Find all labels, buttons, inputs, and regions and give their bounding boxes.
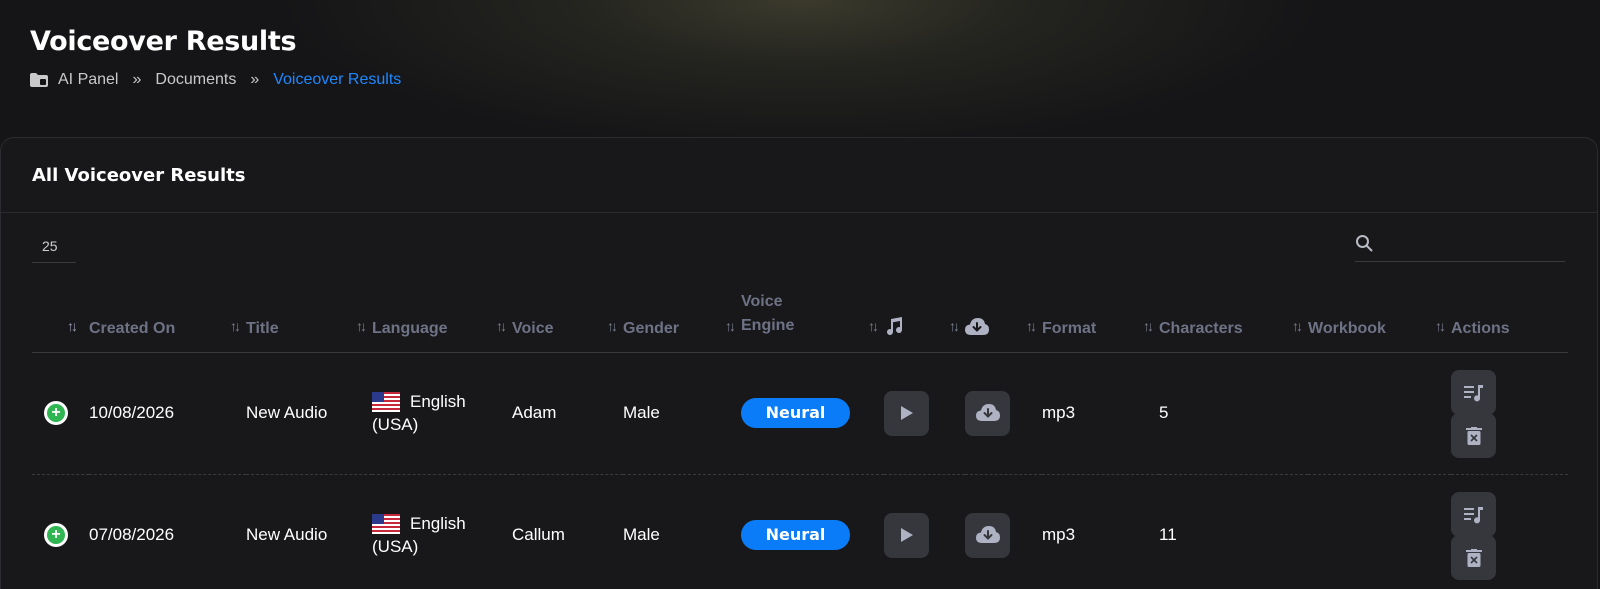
- table-row: + 10/08/2026 New Audio English (USA) Ada…: [32, 352, 1568, 475]
- music-icon: [887, 316, 903, 335]
- sort-icon[interactable]: ↑↓: [496, 318, 507, 334]
- play-button[interactable]: [884, 512, 929, 558]
- breadcrumb-current: Voiceover Results: [273, 71, 402, 88]
- play-button[interactable]: [884, 390, 929, 436]
- engine-badge: Neural: [741, 398, 850, 428]
- characters-cell: 5: [1159, 352, 1308, 475]
- sort-icon[interactable]: ↑↓: [67, 318, 78, 334]
- col-audio[interactable]: ↑↓: [884, 286, 965, 353]
- playlist-music-icon: [1463, 384, 1483, 401]
- results-card: All Voiceover Results 25 ↑↓ Created On ↑↓…: [0, 137, 1598, 589]
- col-characters[interactable]: Characters ↑↓: [1159, 286, 1308, 353]
- plus-icon: +: [47, 404, 65, 422]
- page-size-select[interactable]: 25: [32, 230, 76, 263]
- table-row: + 07/08/2026 New Audio English (USA) Cal…: [32, 474, 1568, 589]
- delete-button[interactable]: [1451, 535, 1496, 581]
- us-flag-icon: [372, 391, 400, 412]
- sort-icon[interactable]: ↑↓: [356, 318, 367, 334]
- col-download[interactable]: ↑↓: [965, 286, 1042, 353]
- us-flag-icon: [372, 513, 400, 534]
- play-icon: [900, 406, 913, 420]
- open-workbook-button[interactable]: [1451, 370, 1496, 415]
- breadcrumb: AI Panel » Documents » Voiceover Results: [30, 71, 401, 89]
- sort-icon[interactable]: ↑↓: [949, 318, 960, 334]
- col-expand[interactable]: ↑↓: [32, 286, 89, 353]
- expand-row-button[interactable]: +: [44, 523, 68, 548]
- language-cell: English (USA): [372, 352, 512, 475]
- download-button[interactable]: [965, 390, 1010, 436]
- download-cloud-icon: [975, 404, 1000, 421]
- search-input[interactable]: [1355, 230, 1565, 262]
- download-cloud-icon: [975, 526, 1000, 544]
- col-created-on[interactable]: Created On ↑↓: [89, 286, 246, 353]
- col-title[interactable]: Title ↑↓: [246, 286, 372, 353]
- row-actions: [1451, 370, 1568, 458]
- engine-badge: Neural: [741, 520, 850, 551]
- voice-cell: Adam: [512, 352, 623, 475]
- sort-icon[interactable]: ↑↓: [1435, 318, 1446, 334]
- trash-icon: [1465, 548, 1482, 567]
- sort-icon[interactable]: ↑↓: [1143, 318, 1154, 334]
- trash-icon: [1465, 426, 1482, 445]
- playlist-music-icon: [1463, 506, 1483, 524]
- gender-cell: Male: [623, 525, 660, 545]
- col-actions: Actions: [1451, 286, 1568, 353]
- created-on-cell: 07/08/2026: [89, 525, 175, 545]
- search-icon: [1356, 235, 1373, 252]
- col-voice-engine[interactable]: Voice Engine ↑↓: [741, 286, 884, 353]
- row-actions: [1451, 492, 1568, 581]
- breadcrumb-documents[interactable]: Documents: [155, 71, 236, 89]
- characters-cell: 11: [1159, 525, 1177, 545]
- play-icon: [900, 528, 913, 543]
- language-cell: English (USA): [372, 513, 466, 557]
- sort-icon[interactable]: ↑↓: [1026, 318, 1037, 334]
- table-controls: 25: [32, 230, 1565, 270]
- format-cell: mp3: [1042, 352, 1159, 475]
- workbook-cell: [1308, 352, 1451, 475]
- card-title: All Voiceover Results: [32, 164, 246, 186]
- page-title: Voiceover Results: [30, 26, 297, 57]
- page-header: Voiceover Results AI Panel » Documents »…: [30, 26, 401, 89]
- col-format[interactable]: Format ↑↓: [1042, 286, 1159, 353]
- sort-icon[interactable]: ↑↓: [868, 318, 879, 334]
- expand-row-button[interactable]: +: [44, 401, 68, 425]
- title-cell: New Audio: [246, 352, 372, 475]
- breadcrumb-separator: »: [132, 71, 142, 88]
- download-button[interactable]: [965, 512, 1010, 558]
- col-voice[interactable]: Voice ↑↓: [512, 286, 623, 353]
- col-language[interactable]: Language ↑↓: [372, 286, 512, 353]
- plus-icon: +: [47, 526, 65, 545]
- gender-cell: Male: [623, 352, 741, 475]
- sort-icon[interactable]: ↑↓: [607, 318, 618, 334]
- col-workbook[interactable]: Workbook ↑↓: [1308, 286, 1451, 353]
- results-table: ↑↓ Created On ↑↓ Title ↑↓ Language ↑↓ Voice…: [32, 286, 1568, 589]
- delete-button[interactable]: [1451, 413, 1496, 458]
- created-on-cell: 10/08/2026: [89, 352, 246, 475]
- sort-icon[interactable]: ↑↓: [230, 318, 241, 334]
- download-cloud-icon: [965, 317, 989, 335]
- sort-icon[interactable]: ↑↓: [725, 318, 736, 334]
- title-cell: New Audio: [246, 525, 328, 545]
- voice-cell: Callum: [512, 525, 565, 545]
- breadcrumb-separator: »: [250, 71, 260, 88]
- format-cell: mp3: [1042, 525, 1076, 545]
- col-gender[interactable]: Gender ↑↓: [623, 286, 741, 353]
- breadcrumb-ai-panel[interactable]: AI Panel: [58, 71, 118, 89]
- folder-icon: [30, 73, 48, 87]
- card-header: All Voiceover Results: [1, 138, 1597, 213]
- sort-icon[interactable]: ↑↓: [1292, 318, 1303, 334]
- table-header-row: ↑↓ Created On ↑↓ Title ↑↓ Language ↑↓ Voice…: [32, 286, 1568, 353]
- open-workbook-button[interactable]: [1451, 492, 1496, 538]
- workbook-cell: [1308, 474, 1451, 589]
